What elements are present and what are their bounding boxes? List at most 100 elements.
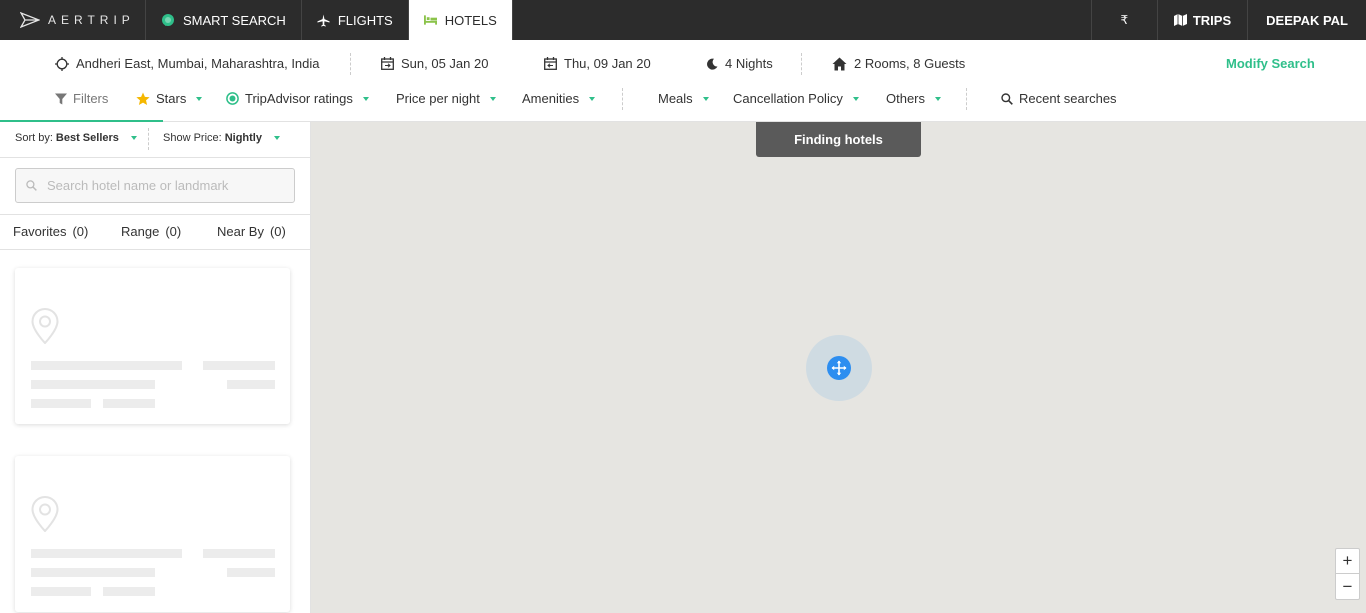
skeleton-line: [227, 568, 275, 577]
skeleton-line: [203, 549, 275, 558]
locate-icon: [55, 56, 69, 71]
others-filter[interactable]: Others: [886, 91, 942, 106]
chevron-down-icon: [130, 136, 137, 140]
price-mode-value: Nightly: [224, 132, 262, 144]
chevron-down-icon: [273, 136, 280, 140]
skeleton-line: [31, 380, 155, 389]
meals-label: Meals: [658, 91, 693, 106]
calendar-checkin-icon: [381, 57, 394, 70]
tab-near-by-count: (0): [269, 224, 286, 239]
chevron-down-icon: [852, 96, 859, 101]
nav-trips[interactable]: TRIPS: [1156, 0, 1247, 40]
hotel-card-placeholder: [15, 456, 290, 612]
logo-text: AERTRIP: [48, 13, 135, 27]
others-label: Others: [886, 91, 926, 106]
skeleton-line: [31, 568, 155, 577]
map-pin-icon: [31, 308, 59, 344]
user-name: DEEPAK PAL: [1266, 12, 1348, 28]
chat-bubble-icon: [162, 14, 174, 26]
location-field[interactable]: Andheri East, Mumbai, Maharashtra, India: [55, 56, 320, 71]
divider: [148, 128, 149, 150]
nav-hotels-label: HOTELS: [444, 12, 497, 28]
nav-trips-label: TRIPS: [1192, 12, 1232, 28]
search-summary-bar: Andheri East, Mumbai, Maharashtra, India…: [0, 40, 1366, 88]
aertrip-logo[interactable]: AERTRIP: [0, 0, 146, 40]
move-arrows-icon: [827, 356, 851, 380]
zoom-out-button[interactable]: −: [1336, 574, 1359, 599]
nav-smart-search-label: SMART SEARCH: [183, 12, 286, 28]
skeleton-line: [31, 549, 182, 558]
user-menu[interactable]: DEEPAK PAL: [1247, 0, 1366, 40]
rooms-guests-field[interactable]: 2 Rooms, 8 Guests: [832, 56, 965, 71]
tab-near-by-label: Near By: [217, 224, 264, 239]
hotel-card-placeholder: [15, 268, 290, 424]
price-mode-label: Show Price:: [163, 132, 222, 144]
bed-icon: [423, 15, 437, 25]
tripadvisor-filter[interactable]: TripAdvisor ratings: [226, 91, 369, 106]
sort-label: Sort by:: [15, 132, 53, 144]
filter-bar: Filters Stars TripAdvisor ratings Price …: [0, 88, 1366, 122]
price-label: Price per night: [396, 91, 480, 106]
chevron-down-icon: [589, 96, 596, 101]
nav-smart-search[interactable]: SMART SEARCH: [146, 0, 302, 40]
top-navigation: AERTRIP SMART SEARCH FLIGHTS HOTELS ₹ TR…: [0, 0, 1366, 40]
nights-field[interactable]: 4 Nights: [706, 56, 773, 71]
skeleton-line: [103, 587, 155, 596]
sort-by-dropdown[interactable]: Sort by: Best Sellers: [15, 132, 137, 144]
amenities-filter[interactable]: Amenities: [522, 91, 596, 106]
checkin-text: Sun, 05 Jan 20: [401, 56, 489, 71]
modify-search-button[interactable]: Modify Search: [1226, 56, 1315, 71]
nav-hotels[interactable]: HOTELS: [408, 0, 513, 40]
checkout-field[interactable]: Thu, 09 Jan 20: [544, 56, 651, 71]
hotel-list-panel: Sort by: Best Sellers Show Price: Nightl…: [0, 122, 311, 613]
skeleton-line: [31, 587, 91, 596]
divider: [622, 88, 623, 110]
meals-filter[interactable]: Meals: [658, 91, 709, 106]
amenities-label: Amenities: [522, 91, 580, 106]
currency-symbol: ₹: [1120, 13, 1129, 27]
skeleton-line: [31, 361, 182, 370]
stars-label: Stars: [156, 91, 187, 106]
cancellation-filter[interactable]: Cancellation Policy: [733, 91, 859, 106]
zoom-in-button[interactable]: +: [1336, 549, 1359, 574]
price-filter[interactable]: Price per night: [396, 91, 496, 106]
hotel-search-box[interactable]: [15, 168, 295, 203]
checkin-field[interactable]: Sun, 05 Jan 20: [381, 56, 488, 71]
recent-searches-button[interactable]: Recent searches: [1001, 91, 1117, 106]
stars-filter[interactable]: Stars: [136, 91, 203, 106]
tab-range-count: (0): [165, 224, 182, 239]
skeleton-line: [31, 399, 91, 408]
map-pin-icon: [31, 496, 59, 532]
tab-favorites-label: Favorites: [13, 224, 67, 239]
checkout-text: Thu, 09 Jan 20: [564, 56, 651, 71]
zoom-control: + −: [1335, 548, 1360, 600]
moon-icon: [707, 58, 718, 70]
paper-plane-icon: [20, 12, 40, 28]
skeleton-line: [227, 380, 275, 389]
rooms-guests-text: 2 Rooms, 8 Guests: [854, 56, 966, 71]
finding-hotels-banner: Finding hotels: [756, 122, 921, 157]
filters-button[interactable]: Filters: [55, 91, 108, 106]
map-icon: [1173, 14, 1187, 26]
home-icon: [832, 57, 847, 70]
search-icon: [26, 180, 37, 191]
tripadvisor-icon: [226, 92, 239, 105]
nav-flights[interactable]: FLIGHTS: [302, 0, 409, 40]
calendar-checkout-icon: [544, 57, 557, 70]
map-center-marker[interactable]: [806, 335, 872, 401]
tab-favorites[interactable]: Favorites (0): [13, 224, 88, 239]
map-view[interactable]: Finding hotels + −: [311, 122, 1366, 613]
tab-near-by[interactable]: Near By (0): [217, 224, 286, 239]
tripadvisor-label: TripAdvisor ratings: [245, 91, 353, 106]
sort-row: Sort by: Best Sellers Show Price: Nightl…: [0, 122, 310, 158]
hotel-search-input[interactable]: [47, 178, 277, 193]
show-price-dropdown[interactable]: Show Price: Nightly: [163, 132, 280, 144]
tab-range[interactable]: Range (0): [121, 224, 181, 239]
search-icon: [1001, 92, 1013, 105]
divider: [350, 53, 351, 75]
chevron-down-icon: [362, 96, 369, 101]
currency-selector[interactable]: ₹: [1090, 0, 1157, 40]
divider: [966, 88, 967, 110]
cancellation-label: Cancellation Policy: [733, 91, 843, 106]
